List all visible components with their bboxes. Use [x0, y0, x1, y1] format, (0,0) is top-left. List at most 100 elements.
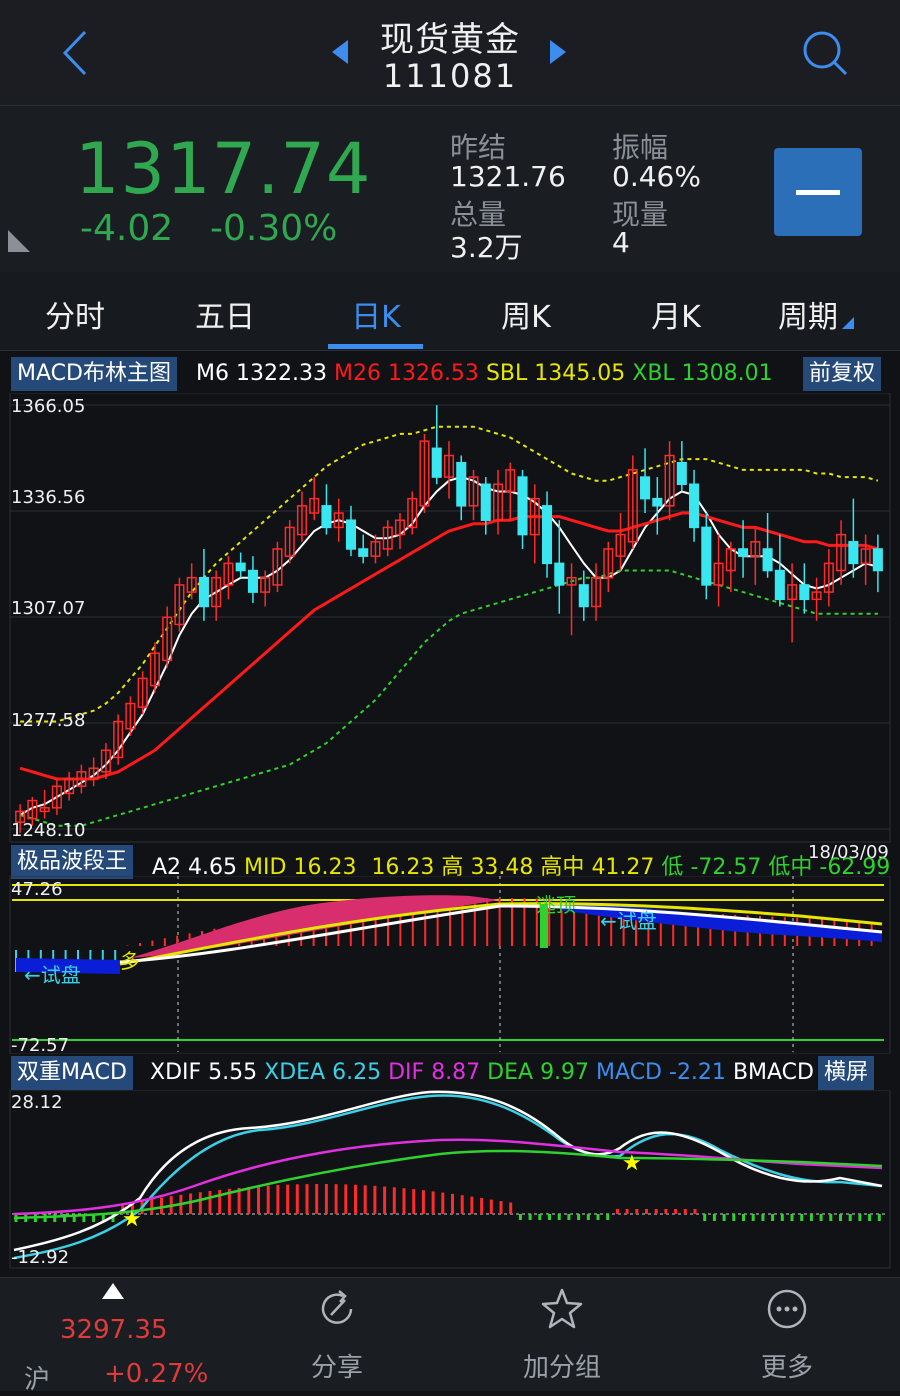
active-tab-underline: [328, 344, 423, 349]
candle-body: [517, 476, 528, 536]
adjust-price-button[interactable]: 前复权: [803, 357, 882, 391]
candle-body: [480, 483, 491, 521]
volume-value: 3.2万: [450, 231, 523, 264]
candlestick-chart[interactable]: [0, 393, 900, 843]
m26-label: M26: [333, 361, 381, 386]
minus-icon: [796, 190, 840, 195]
index-ticker[interactable]: 3297.35 沪 +0.27%: [10, 1275, 208, 1395]
macd-y-top: 28.12: [11, 1092, 63, 1113]
xdif-label: XDIF: [150, 1060, 202, 1085]
add-group-button[interactable]: 加分组: [487, 1275, 637, 1388]
cross-star-icon: ★: [622, 1151, 642, 1176]
sbl-value: 1345.05: [534, 361, 626, 386]
candle-body: [456, 461, 467, 507]
candle-body: [198, 576, 209, 608]
tab-five-day[interactable]: 五日: [160, 292, 290, 336]
tab-daily-k[interactable]: 日K: [311, 292, 441, 336]
dea-value: 9.97: [540, 1060, 590, 1085]
search-icon[interactable]: [800, 28, 850, 78]
dif-value: 8.87: [431, 1060, 481, 1085]
candle-body: [247, 569, 258, 593]
period-tabs: 分时 五日 日K 周K 月K 周期: [0, 272, 900, 351]
more-icon: [767, 1289, 807, 1329]
y-tick-label: 1336.56: [11, 487, 86, 508]
candle-body: [235, 562, 246, 572]
candle-body: [578, 584, 589, 608]
xbl-line: [19, 569, 878, 827]
candle-body: [872, 548, 883, 572]
macd-value: -2.21: [669, 1060, 726, 1085]
candle-body: [541, 505, 553, 565]
next-stock-icon[interactable]: [548, 40, 568, 64]
remove-watchlist-button[interactable]: [774, 148, 862, 236]
macd-label: MACD: [596, 1060, 662, 1085]
candle-body: [799, 584, 810, 601]
y-tick-label: 1366.05: [11, 396, 86, 417]
dif-label: DIF: [388, 1060, 425, 1085]
candle-body: [431, 447, 442, 478]
y-tick-label: 1277.58: [11, 710, 86, 731]
tab-monthly-k[interactable]: 月K: [611, 292, 741, 336]
trial-annotation-2: ←试盘: [600, 909, 657, 933]
xdea-value: 6.25: [332, 1060, 382, 1085]
xdea-label: XDEA: [264, 1060, 326, 1085]
candle-body: [321, 505, 332, 529]
m6-value: 1322.33: [235, 361, 327, 386]
candle-body: [689, 483, 700, 529]
price-change-percent: -0.30%: [210, 208, 338, 249]
candle-body: [848, 541, 859, 565]
trial-annotation-1: ←试盘: [24, 963, 81, 987]
current-volume-value: 4: [612, 226, 630, 259]
bmacd-label: BMACD: [732, 1060, 814, 1085]
dea-label: DEA: [487, 1060, 534, 1085]
macd-chart[interactable]: ★ ★: [0, 1090, 900, 1270]
share-icon: [321, 1290, 353, 1324]
add-group-label: 加分组: [522, 1353, 601, 1383]
amplitude-value: 0.46%: [612, 160, 701, 193]
cross-star-icon: ★: [122, 1207, 142, 1232]
candle-body: [345, 519, 357, 550]
candle-body: [774, 569, 785, 601]
share-label: 分享: [310, 1353, 363, 1383]
xdif-line: [13, 1090, 883, 1252]
wave-y-top: 47.26: [11, 879, 63, 900]
index-change: +0.27%: [104, 1359, 209, 1389]
y-tick-label: 1307.07: [11, 598, 86, 619]
xbl-value: 1308.01: [681, 361, 773, 386]
tab-weekly-k[interactable]: 周K: [461, 292, 591, 336]
dropdown-triangle-icon: [842, 317, 854, 329]
last-price: 1317.74: [75, 128, 372, 210]
wave-indicator-label[interactable]: 极品波段王: [11, 845, 134, 879]
escape-top-annotation: 逃顶: [536, 893, 576, 917]
macd-y-bottom: -12.92: [11, 1247, 70, 1268]
back-arrow-icon[interactable]: [55, 28, 99, 78]
main-chart-values: M6 1322.33 M26 1326.53 SBL 1345.05 XBL 1…: [196, 361, 773, 386]
tab-period[interactable]: 周期: [751, 292, 881, 336]
dif-line: [13, 1138, 883, 1216]
candle-body: [652, 497, 663, 507]
dea-line: [13, 1149, 883, 1220]
macd-values: XDIF 5.55 XDEA 6.25 DIF 8.87 DEA 9.97 MA…: [150, 1060, 814, 1085]
landscape-button[interactable]: 横屏: [818, 1056, 875, 1090]
price-change: -4.02: [80, 208, 174, 249]
tab-intraday[interactable]: 分时: [10, 292, 140, 336]
main-chart-indicator-label[interactable]: MACD布林主图: [11, 357, 177, 391]
m6-label: M6: [196, 361, 229, 386]
wave-y-bottom: -72.57: [11, 1035, 70, 1056]
more-button[interactable]: 更多: [712, 1275, 862, 1388]
candle-body: [762, 548, 773, 572]
share-button[interactable]: 分享: [262, 1275, 412, 1388]
more-label: 更多: [760, 1353, 813, 1383]
candle-body: [358, 548, 369, 557]
index-value: 3297.35: [60, 1315, 168, 1345]
m26-line: [19, 511, 879, 781]
candle-body: [738, 548, 749, 557]
m26-value: 1326.53: [387, 361, 479, 386]
candle-body: [701, 526, 712, 586]
star-icon: [541, 1288, 583, 1329]
tab-period-label: 周期: [778, 300, 838, 335]
xbl-label: XBL: [632, 361, 675, 386]
macd-indicator-label[interactable]: 双重MACD: [11, 1056, 133, 1090]
up-triangle-icon: [102, 1283, 124, 1299]
wave-indicator-chart[interactable]: ←试盘 多 逃顶 ←试盘: [0, 876, 900, 1054]
